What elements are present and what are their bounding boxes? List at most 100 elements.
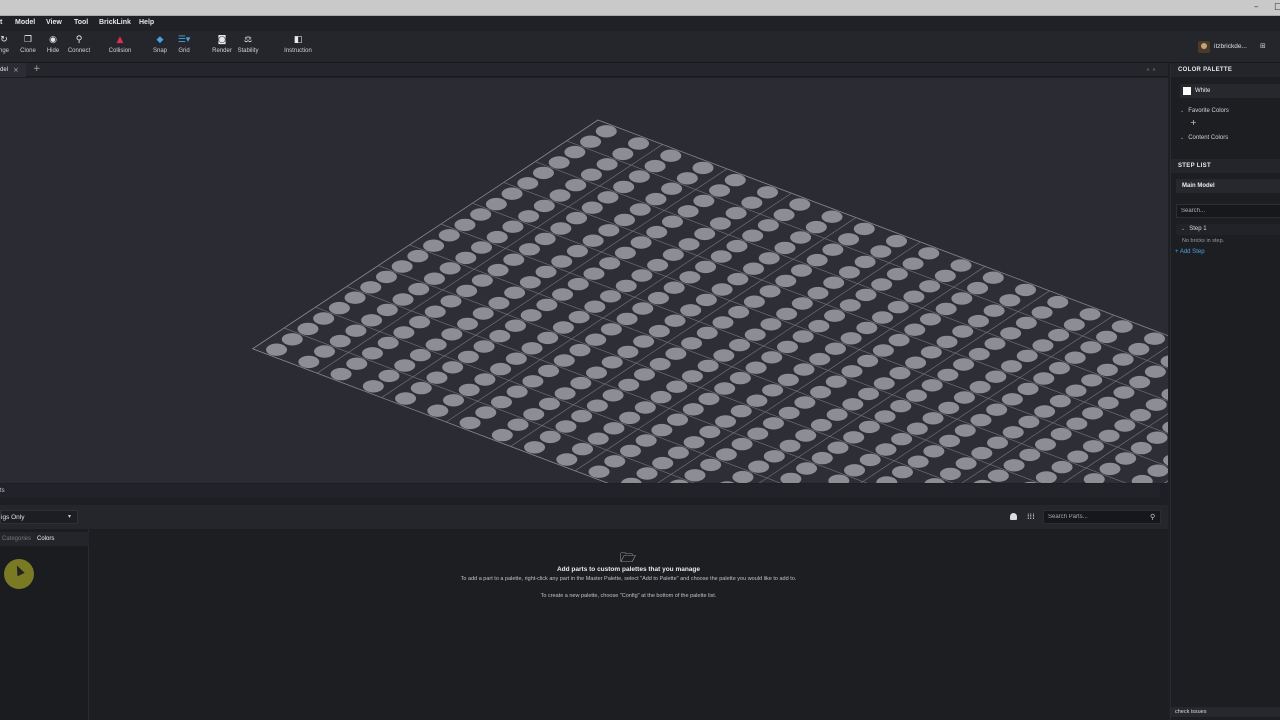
- stud: [551, 255, 573, 268]
- stud: [423, 239, 445, 252]
- minimize-icon[interactable]: –: [1254, 2, 1259, 12]
- stud: [471, 241, 493, 254]
- username[interactable]: itzbrickde...: [1214, 43, 1247, 50]
- stud: [952, 325, 974, 338]
- search-icon[interactable]: ⚲: [1150, 513, 1155, 521]
- selected-color[interactable]: White: [1180, 84, 1280, 98]
- stud: [603, 422, 625, 435]
- stud: [694, 227, 716, 241]
- add-step-button[interactable]: + Add Step: [1175, 249, 1205, 255]
- stud: [678, 238, 700, 251]
- 3d-viewport[interactable]: [0, 78, 1168, 483]
- menu-tool[interactable]: Tool: [74, 19, 88, 26]
- grid-view-icon[interactable]: ⁞⁞⁞: [1027, 512, 1035, 521]
- stud: [442, 361, 464, 374]
- stud: [967, 281, 989, 295]
- stud: [1099, 462, 1121, 476]
- close-icon[interactable]: ×: [13, 66, 19, 74]
- stud: [615, 279, 637, 293]
- stud: [790, 264, 812, 277]
- stud: [407, 249, 429, 263]
- menu-bricklink[interactable]: BrickLink: [99, 19, 131, 26]
- render-button[interactable]: ◙ Render: [211, 35, 233, 54]
- stud: [633, 335, 655, 348]
- favorite-colors-section[interactable]: ⌄ Favorite Colors: [1180, 108, 1229, 114]
- stud: [1111, 320, 1133, 333]
- stud: [1130, 441, 1152, 455]
- stud: [971, 446, 993, 460]
- tab-categories[interactable]: Categories: [2, 536, 31, 542]
- stud: [955, 457, 977, 470]
- stud: [588, 465, 610, 478]
- clone-button[interactable]: ❐ Clone: [17, 35, 39, 54]
- check-issues-bar[interactable]: check issues: [1171, 707, 1280, 717]
- search-parts-input[interactable]: [1043, 510, 1161, 524]
- stud: [1066, 417, 1088, 430]
- stud: [714, 382, 736, 395]
- tab-colors[interactable]: Colors: [37, 536, 54, 542]
- stud: [873, 377, 895, 390]
- stud: [692, 161, 714, 175]
- connect-button[interactable]: ⚲ Connect: [66, 35, 92, 54]
- snap-button[interactable]: ◆ Snap: [151, 35, 169, 54]
- stud: [539, 430, 561, 444]
- step-1-row[interactable]: ⌄ Step 1: [1176, 224, 1280, 235]
- stability-button[interactable]: ⚖ Stability: [236, 35, 260, 54]
- stud: [843, 431, 865, 444]
- stud: [652, 456, 674, 470]
- content-colors-section[interactable]: ⌄ Content Colors: [1180, 135, 1228, 141]
- stud: [796, 462, 818, 475]
- stud: [743, 295, 765, 308]
- stud: [554, 387, 576, 400]
- add-favorite-icon[interactable]: +: [1190, 118, 1197, 127]
- stud: [646, 225, 668, 239]
- account-menu-icon[interactable]: ⊞: [1260, 42, 1266, 50]
- palette-view-icon[interactable]: [1010, 513, 1017, 520]
- stud: [361, 314, 383, 327]
- stud: [297, 322, 319, 336]
- collision-icon: ▲: [116, 35, 124, 45]
- grid-button[interactable]: ☰▾ Grid: [175, 35, 193, 54]
- stud: [438, 229, 460, 242]
- change-button[interactable]: ↻ nge: [0, 35, 12, 54]
- stud: [795, 429, 817, 442]
- step-list-header: STEP LIST: [1171, 159, 1280, 173]
- instruction-button[interactable]: ◧ Instruction: [282, 35, 314, 54]
- stud: [842, 398, 864, 411]
- stud: [744, 328, 766, 341]
- chevron-down-icon: ▾: [67, 513, 71, 520]
- hide-button[interactable]: ◉ Hide: [44, 35, 62, 54]
- stud: [747, 427, 769, 440]
- tab-model-label: del: [0, 67, 9, 73]
- tab-nav-arrows-icon[interactable]: ◂▸: [1146, 66, 1160, 73]
- tab-model[interactable]: del ×: [0, 63, 26, 77]
- stud: [601, 356, 623, 369]
- collision-button[interactable]: ▲ Collision: [106, 35, 134, 54]
- stud: [987, 469, 1009, 482]
- stud: [629, 203, 651, 216]
- menu-model[interactable]: Model: [15, 19, 35, 26]
- stud: [844, 464, 866, 477]
- stud: [824, 342, 846, 355]
- stud: [841, 365, 863, 378]
- stud: [1079, 308, 1101, 321]
- stud: [1018, 415, 1040, 429]
- maximize-icon[interactable]: □: [1274, 2, 1280, 12]
- menu-view[interactable]: View: [46, 19, 62, 26]
- stud: [504, 319, 526, 332]
- palette-select[interactable]: igs Only ▾: [0, 510, 78, 524]
- menu-file[interactable]: t: [0, 19, 2, 26]
- add-tab-icon[interactable]: +: [33, 64, 41, 74]
- stud: [1031, 306, 1053, 319]
- menu-help[interactable]: Help: [139, 19, 154, 26]
- step-search-input[interactable]: [1176, 204, 1280, 218]
- stud: [583, 267, 605, 280]
- stud: [1000, 327, 1022, 340]
- stud: [457, 350, 479, 364]
- stud: [409, 348, 431, 362]
- main-model-select[interactable]: Main Model: [1176, 179, 1280, 193]
- avatar[interactable]: [1198, 41, 1210, 53]
- stud: [667, 446, 689, 459]
- stud: [762, 384, 784, 397]
- baseplate-model[interactable]: [0, 78, 1168, 483]
